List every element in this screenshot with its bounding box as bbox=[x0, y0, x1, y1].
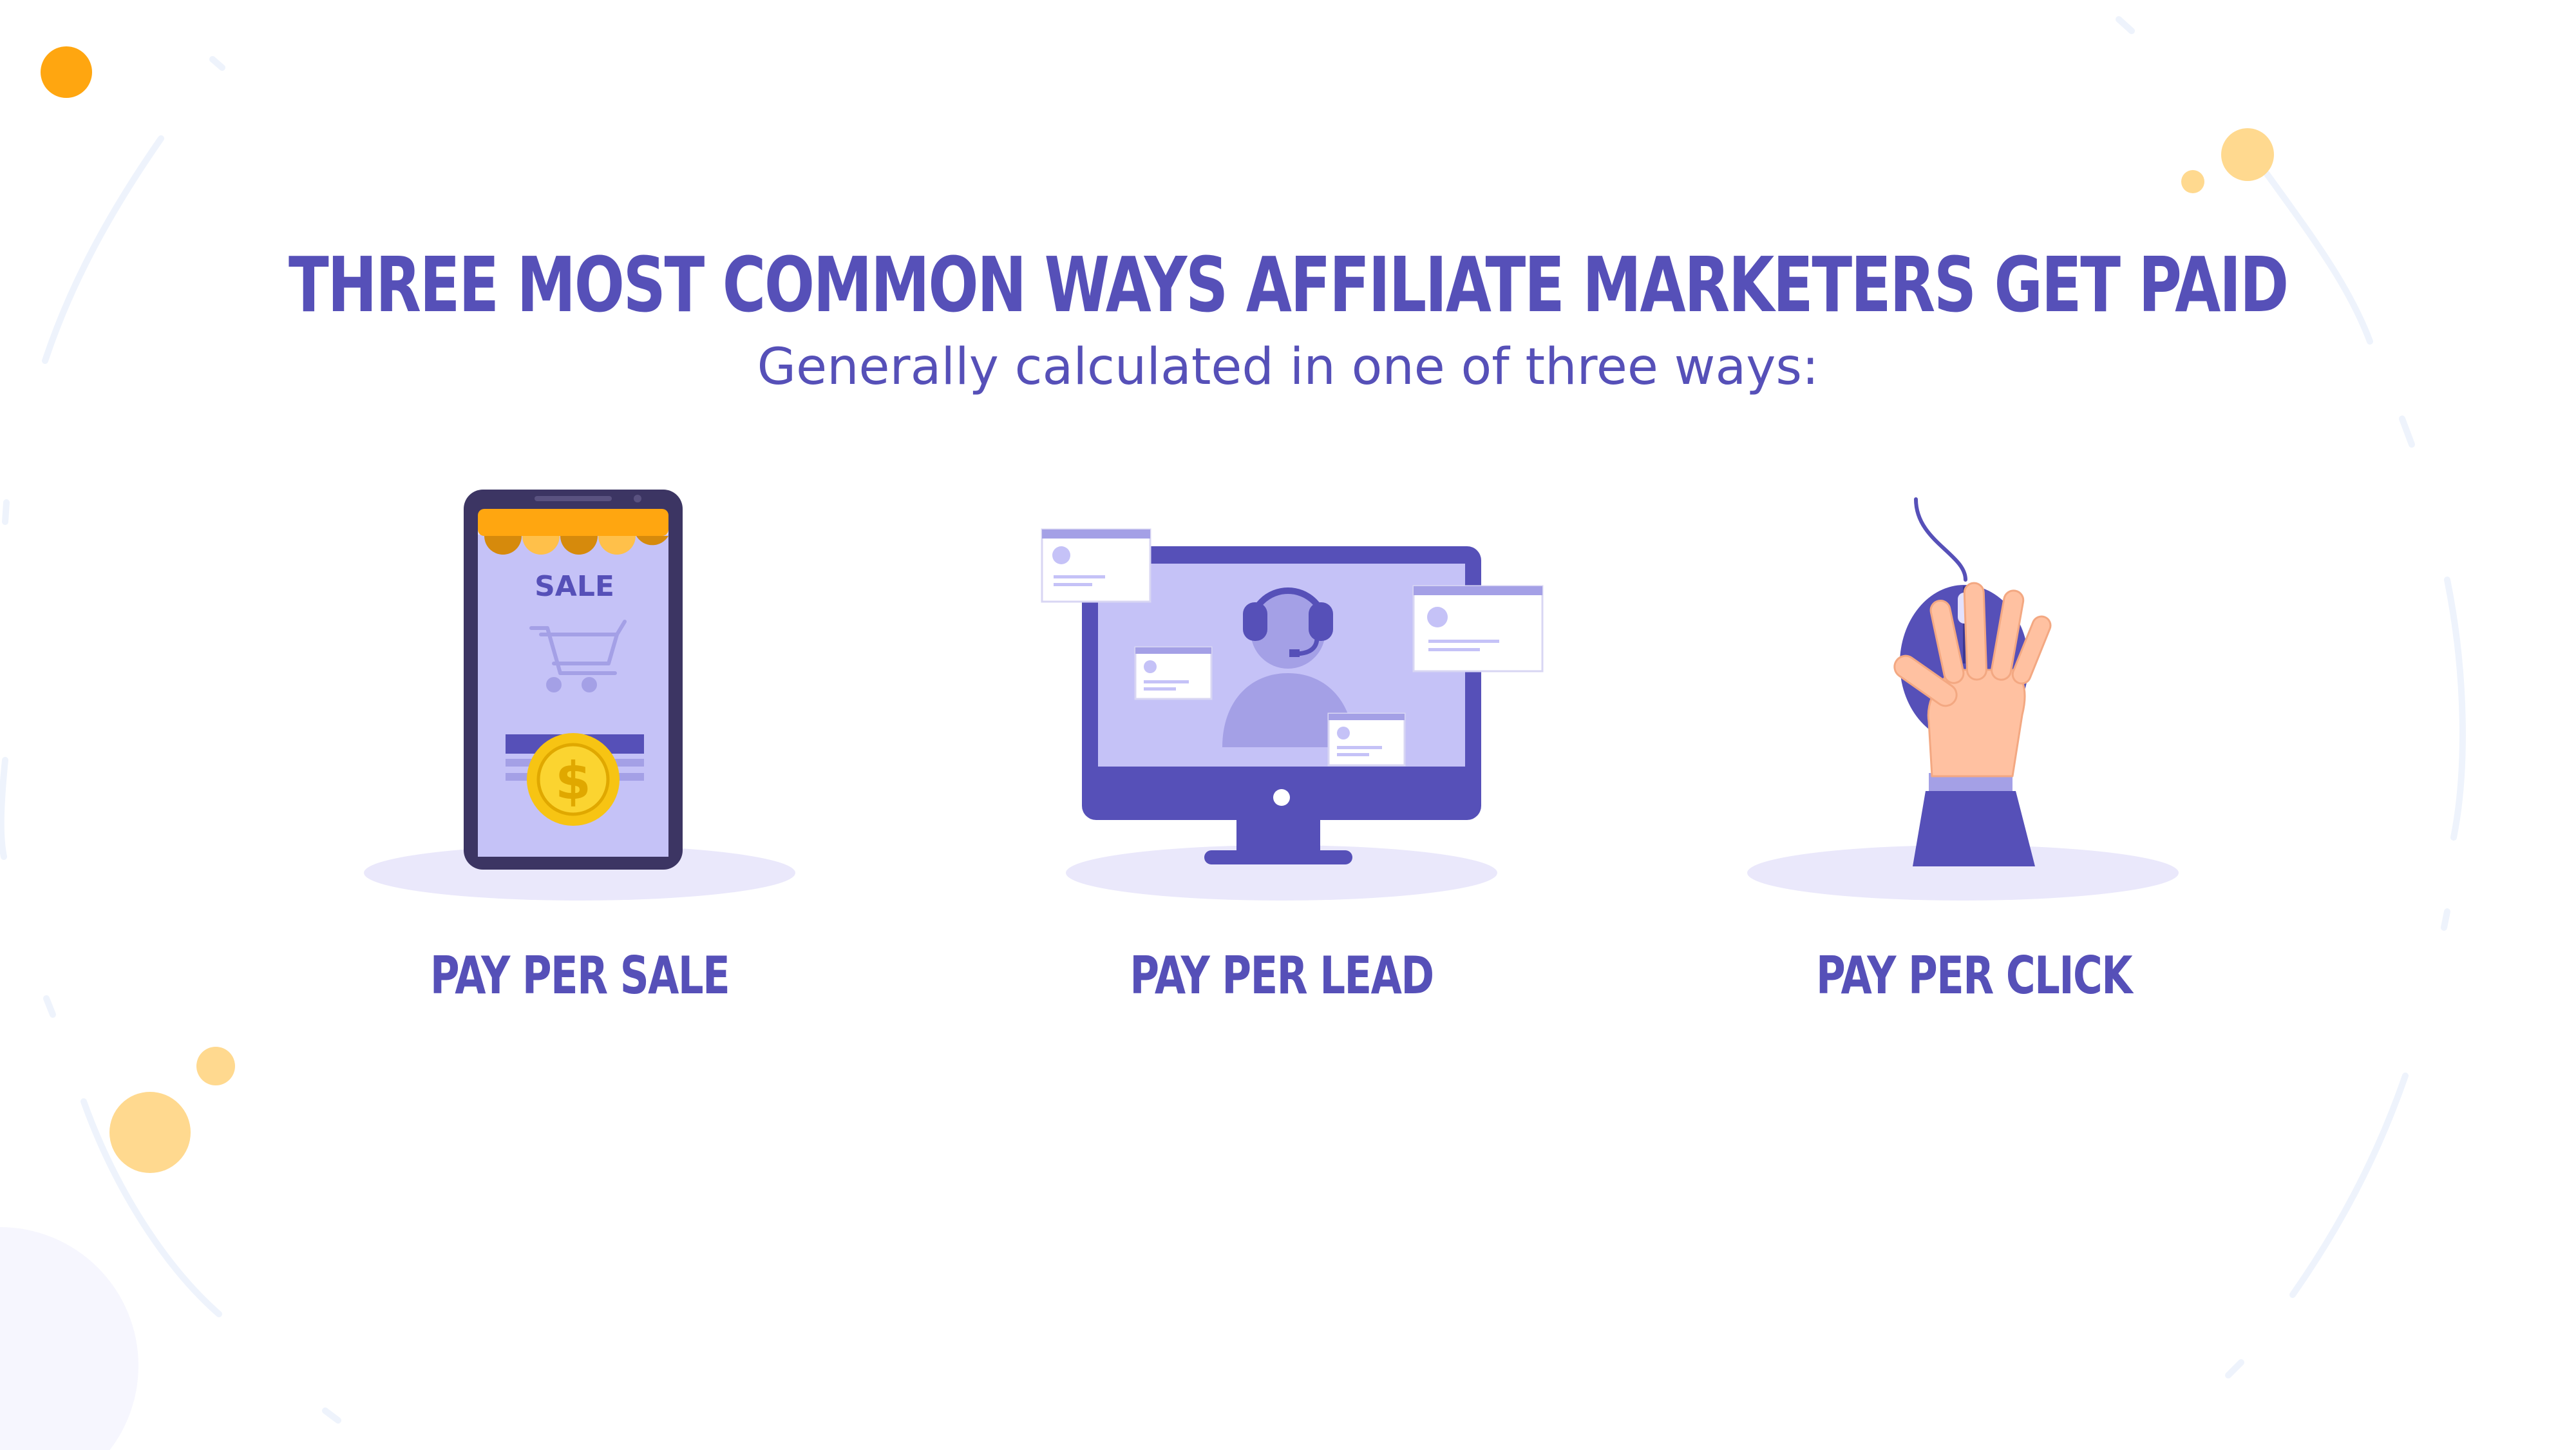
decor-dot bbox=[2221, 128, 2274, 181]
decor-dot bbox=[109, 1092, 191, 1173]
monitor-support-agent-icon bbox=[1041, 528, 1544, 901]
lead-card bbox=[1134, 646, 1213, 700]
dollar-coin-icon: $ bbox=[527, 733, 620, 826]
pay-per-sale-label: PAY PER SALE bbox=[430, 946, 730, 1006]
sleeve bbox=[1913, 791, 2035, 866]
decor-dot bbox=[2181, 170, 2204, 193]
decor-dot bbox=[196, 1047, 235, 1085]
mouse-cable bbox=[1914, 497, 1967, 582]
pay-per-lead-label: PAY PER LEAD bbox=[1130, 946, 1434, 1006]
page-title: THREE MOST COMMON WAYS AFFILIATE MARKETE… bbox=[289, 240, 2289, 329]
lead-card bbox=[1041, 528, 1151, 603]
smartphone-shop-icon: SALE $ bbox=[364, 490, 795, 901]
decor-blob bbox=[0, 1227, 138, 1450]
coin-symbol: $ bbox=[555, 751, 591, 811]
decor-dot bbox=[41, 46, 92, 98]
page-subtitle: Generally calculated in one of three way… bbox=[757, 338, 1819, 396]
hand-on-mouse-icon bbox=[1747, 497, 2179, 901]
lead-card bbox=[1327, 712, 1406, 767]
lead-card bbox=[1412, 585, 1544, 673]
sale-sign-text: SALE bbox=[535, 570, 614, 603]
hand bbox=[1893, 582, 2052, 777]
pay-per-click-label: PAY PER CLICK bbox=[1815, 946, 2133, 1006]
